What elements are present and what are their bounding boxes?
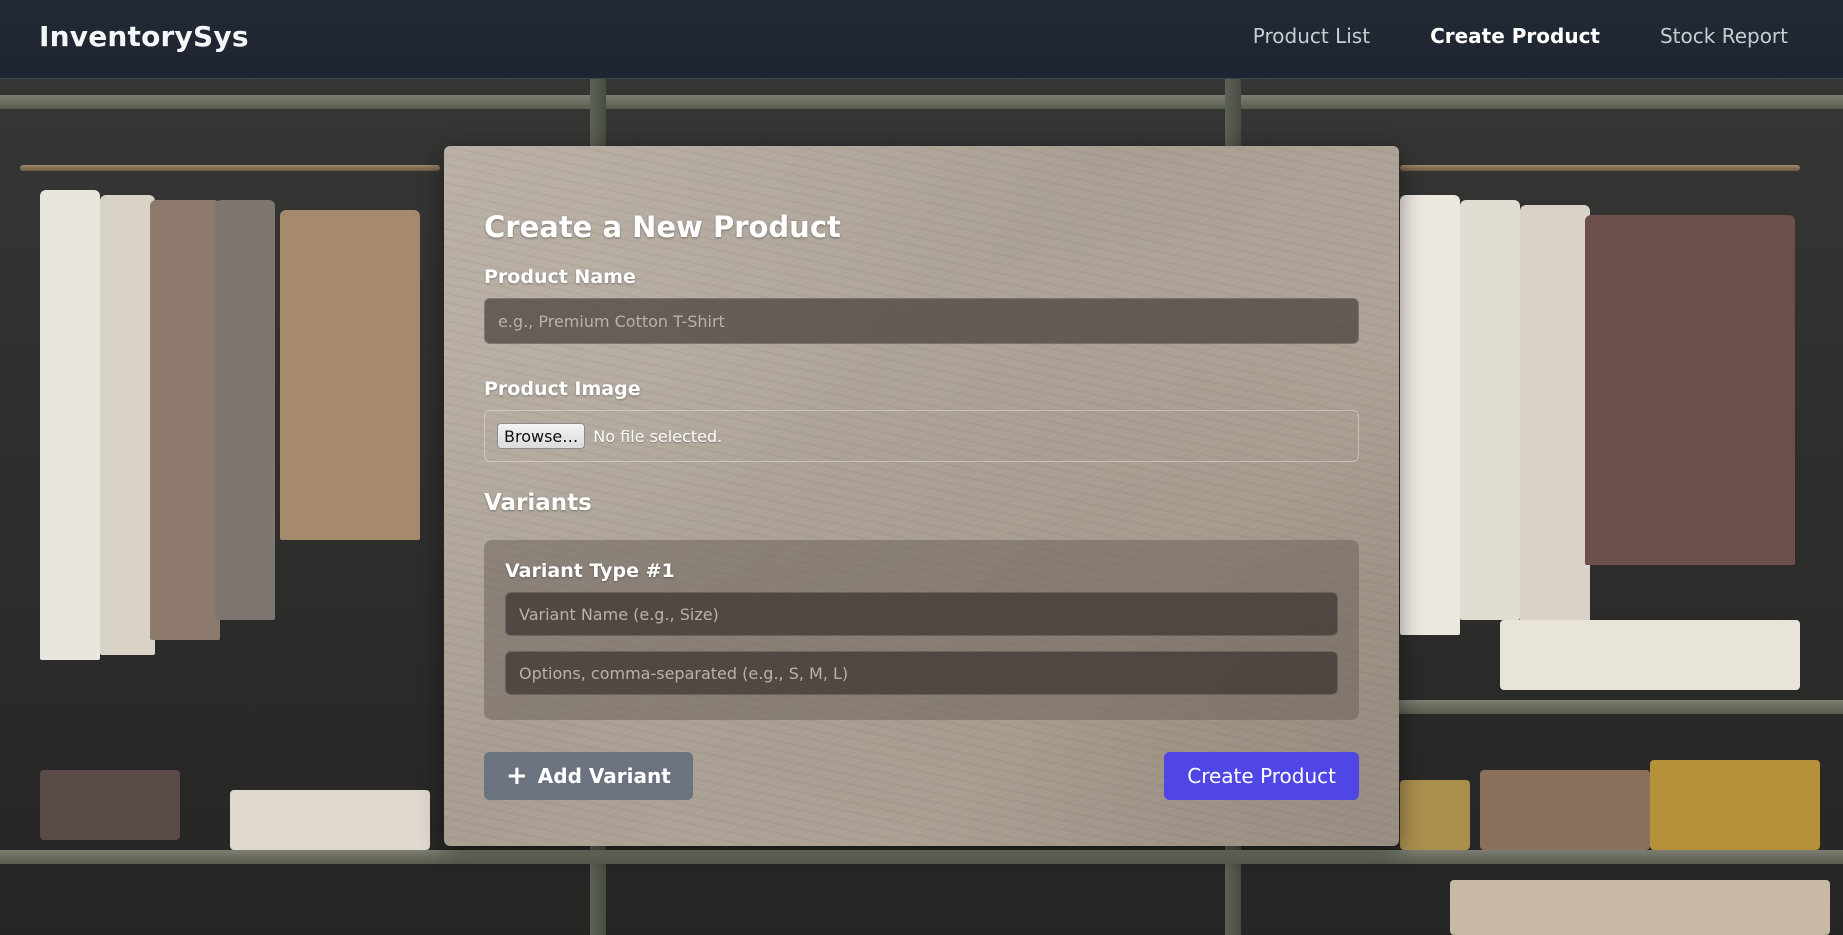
- navbar: InventorySys Product List Create Product…: [0, 0, 1843, 79]
- plus-icon: +: [506, 761, 528, 791]
- product-image-label: Product Image: [484, 378, 641, 400]
- garment: [40, 190, 100, 660]
- product-name-label: Product Name: [484, 266, 636, 288]
- nav-links: Product List Create Product Stock Report: [1253, 24, 1788, 48]
- shelf: [1380, 700, 1843, 714]
- product-name-input[interactable]: [484, 298, 1359, 344]
- folded-clothes: [1480, 770, 1650, 850]
- garment: [1400, 195, 1460, 635]
- nav-link-stock-report[interactable]: Stock Report: [1660, 24, 1788, 48]
- nav-link-create-product[interactable]: Create Product: [1430, 24, 1600, 48]
- variant-type-group: Variant Type #1: [484, 540, 1359, 720]
- create-product-card: Create a New Product Product Name Produc…: [444, 146, 1399, 846]
- folded-clothes: [1650, 760, 1820, 850]
- variant-type-title: Variant Type #1: [505, 560, 675, 582]
- garment: [280, 210, 420, 540]
- shelf: [0, 95, 1843, 109]
- variant-name-input[interactable]: [505, 592, 1338, 636]
- variant-options-input[interactable]: [505, 651, 1338, 695]
- folded-clothes: [1400, 780, 1470, 850]
- shoes: [40, 770, 180, 840]
- garment: [1585, 215, 1795, 565]
- form-actions: + Add Variant Create Product: [484, 752, 1359, 800]
- file-status-text: No file selected.: [593, 426, 723, 446]
- create-product-button[interactable]: Create Product: [1164, 752, 1359, 800]
- add-variant-button[interactable]: + Add Variant: [484, 752, 693, 800]
- folded-clothes: [1500, 620, 1800, 690]
- garment: [1520, 205, 1590, 625]
- garment: [100, 195, 155, 655]
- browse-button[interactable]: Browse…: [497, 423, 586, 449]
- nav-link-product-list[interactable]: Product List: [1253, 24, 1370, 48]
- folded-clothes: [1450, 880, 1830, 935]
- hanging-rod: [20, 165, 440, 171]
- add-variant-label: Add Variant: [537, 764, 671, 788]
- folded-clothes: [230, 790, 430, 850]
- hanging-rod: [1400, 165, 1800, 171]
- page-title: Create a New Product: [484, 210, 841, 244]
- garment: [215, 200, 275, 620]
- variants-heading: Variants: [484, 490, 592, 516]
- garment: [1460, 200, 1520, 620]
- shelf: [0, 850, 1843, 864]
- product-image-file-input[interactable]: Browse… No file selected.: [484, 410, 1359, 462]
- brand-logo[interactable]: InventorySys: [39, 20, 249, 53]
- garment: [150, 200, 220, 640]
